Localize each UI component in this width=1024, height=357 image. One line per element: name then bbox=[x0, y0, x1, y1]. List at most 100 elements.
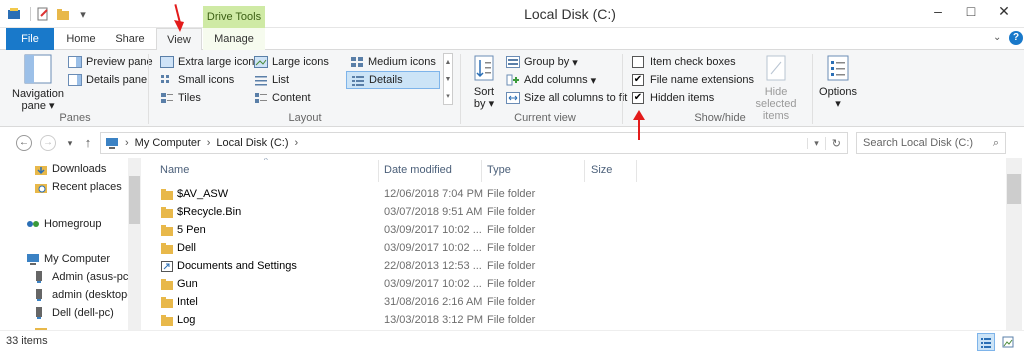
folder-icon bbox=[161, 225, 173, 236]
group-by-label: Group by bbox=[524, 56, 570, 68]
file-name: Dell bbox=[177, 242, 196, 254]
file-type: File folder bbox=[487, 242, 536, 254]
address-bar[interactable]: › My Computer › Local Disk (C:) › ▾ ↻ bbox=[100, 132, 848, 154]
recent-locations-icon[interactable]: ▾ bbox=[62, 135, 78, 151]
file-list-scroll-thumb[interactable] bbox=[1007, 174, 1021, 204]
search-icon[interactable]: ⌕ bbox=[993, 137, 999, 150]
nav-pane-scroll-thumb[interactable] bbox=[129, 176, 140, 224]
tab-manage[interactable]: Manage bbox=[203, 28, 265, 50]
file-date: 12/06/2018 7:04 PM bbox=[384, 188, 484, 200]
large-icons-view-toggle-icon[interactable] bbox=[999, 333, 1017, 351]
preview-pane-icon bbox=[68, 56, 82, 68]
tab-home[interactable]: Home bbox=[58, 28, 104, 50]
nav-item-recent-places[interactable]: Recent places bbox=[34, 178, 122, 196]
layout-gallery-scroll[interactable]: ▲ ▼ ▾ bbox=[443, 53, 453, 105]
tab-file[interactable]: File bbox=[6, 28, 54, 50]
nav-item-label: Homegroup bbox=[44, 218, 102, 230]
nav-item-admin-asus-pc[interactable]: Admin (asus-pc) bbox=[34, 268, 132, 286]
navigation-pane: Downloads Recent places Homegroup My Com… bbox=[0, 158, 142, 330]
medium-icons-icon bbox=[351, 57, 363, 67]
network-pc-icon bbox=[36, 289, 42, 301]
details-view-toggle-icon[interactable] bbox=[977, 333, 995, 351]
column-header-type[interactable]: Type bbox=[487, 164, 511, 176]
help-icon[interactable]: ? bbox=[1009, 31, 1023, 45]
file-name-extensions-checkbox[interactable]: ✔ bbox=[632, 74, 644, 86]
layout-content[interactable]: Content bbox=[254, 90, 311, 106]
layout-option-label: Small icons bbox=[178, 74, 235, 86]
size-all-columns-button[interactable]: Size all columns to fit bbox=[506, 90, 627, 106]
file-type: File folder bbox=[487, 260, 536, 272]
maximize-button[interactable]: □ bbox=[955, 0, 987, 22]
homegroup-icon bbox=[27, 221, 39, 227]
layout-option-label: List bbox=[272, 74, 290, 86]
layout-extra-large-icons[interactable]: Extra large icons bbox=[160, 54, 260, 70]
nav-item-my-computer[interactable]: My Computer bbox=[26, 250, 110, 268]
search-input[interactable]: Search Local Disk (C:) ⌕ bbox=[856, 132, 1006, 154]
ribbon-collapse-icon[interactable]: ⌄ bbox=[993, 32, 1005, 44]
forward-arrow-icon[interactable]: → bbox=[40, 135, 56, 151]
tab-share[interactable]: Share bbox=[108, 28, 152, 50]
nav-item-label: Admin (asus-pc) bbox=[52, 271, 133, 283]
content-view-icon bbox=[255, 93, 267, 103]
nav-item-dell-pc[interactable]: Dell (dell-pc) bbox=[34, 304, 114, 322]
layout-small-icons[interactable]: Small icons bbox=[160, 72, 234, 88]
hidden-items-toggle[interactable]: ✔ Hidden items bbox=[632, 90, 714, 106]
downloads-folder-icon bbox=[35, 166, 47, 175]
hidden-items-checkbox[interactable]: ✔ bbox=[632, 92, 644, 104]
navigation-pane-icon bbox=[24, 54, 52, 84]
layout-list[interactable]: List bbox=[254, 72, 289, 88]
table-row[interactable]: Intel 31/08/2016 2:16 AM File folder bbox=[150, 294, 1005, 312]
file-name: Gun bbox=[177, 278, 198, 290]
breadcrumb-item-local-disk[interactable]: Local Disk (C:) bbox=[216, 137, 288, 149]
breadcrumb-separator-icon[interactable]: › bbox=[295, 137, 299, 149]
close-button[interactable]: ✕ bbox=[988, 0, 1020, 22]
table-row[interactable]: Log 13/03/2018 3:12 PM File folder bbox=[150, 312, 1005, 330]
item-check-boxes-toggle[interactable]: Item check boxes bbox=[632, 54, 736, 70]
preview-pane-button[interactable]: Preview pane bbox=[68, 54, 153, 70]
file-name-extensions-toggle[interactable]: ✔ File name extensions bbox=[632, 72, 754, 88]
table-row[interactable]: Dell 03/09/2017 10:02 ... File folder bbox=[150, 240, 1005, 258]
nav-item-homegroup[interactable]: Homegroup bbox=[26, 215, 101, 233]
table-row[interactable]: 5 Pen 03/09/2017 10:02 ... File folder bbox=[150, 222, 1005, 240]
new-folder-icon[interactable] bbox=[55, 6, 71, 22]
folder-icon bbox=[161, 279, 173, 290]
column-header-name[interactable]: Name bbox=[160, 164, 189, 176]
item-check-boxes-checkbox[interactable] bbox=[632, 56, 644, 68]
column-header-size[interactable]: Size bbox=[591, 164, 612, 176]
column-header-date-modified[interactable]: Date modified bbox=[384, 164, 452, 176]
layout-medium-icons[interactable]: Medium icons bbox=[350, 54, 436, 70]
recent-places-icon bbox=[35, 184, 47, 193]
table-row[interactable]: Documents and Settings 22/08/2013 12:53 … bbox=[150, 258, 1005, 276]
details-pane-button[interactable]: Details pane bbox=[68, 72, 147, 88]
breadcrumb-separator-icon[interactable]: › bbox=[207, 137, 211, 149]
layout-details-selected[interactable]: Details bbox=[346, 71, 440, 89]
breadcrumb-separator-icon[interactable]: › bbox=[125, 137, 129, 149]
nav-item-downloads[interactable]: Downloads bbox=[34, 160, 106, 178]
navigation-pane-label: Navigation pane bbox=[12, 88, 64, 112]
file-name-extensions-label: File name extensions bbox=[650, 74, 754, 86]
navigation-pane-button[interactable]: Navigation pane ▾ bbox=[10, 54, 66, 112]
layout-large-icons[interactable]: Large icons bbox=[254, 54, 329, 70]
nav-item-partial[interactable] bbox=[34, 322, 52, 330]
minimize-button[interactable]: – bbox=[922, 0, 954, 22]
group-by-button[interactable]: Group by ▾ bbox=[506, 54, 578, 70]
table-row[interactable]: $AV_ASW 12/06/2018 7:04 PM File folder bbox=[150, 186, 1005, 204]
back-arrow-icon[interactable]: ← bbox=[16, 135, 32, 151]
address-dropdown-icon[interactable]: ▾ bbox=[807, 137, 825, 149]
options-button[interactable]: Options ▾ bbox=[818, 54, 858, 110]
nav-item-admin-desktop[interactable]: admin (desktop- bbox=[34, 286, 131, 304]
breadcrumb-item-my-computer[interactable]: My Computer bbox=[135, 137, 201, 149]
layout-option-label: Large icons bbox=[272, 56, 329, 68]
add-columns-button[interactable]: Add columns ▾ bbox=[506, 72, 596, 88]
file-date: 03/09/2017 10:02 ... bbox=[384, 278, 482, 290]
layout-option-label: Tiles bbox=[178, 92, 201, 104]
properties-icon[interactable] bbox=[35, 6, 51, 22]
refresh-icon[interactable]: ↻ bbox=[824, 136, 847, 150]
explorer-icon[interactable] bbox=[6, 6, 22, 22]
qa-dropdown-icon[interactable]: ▾ bbox=[75, 6, 91, 22]
layout-tiles[interactable]: Tiles bbox=[160, 90, 201, 106]
up-arrow-icon[interactable]: ↑ bbox=[80, 135, 96, 151]
table-row[interactable]: $Recycle.Bin 03/07/2018 9:51 AM File fol… bbox=[150, 204, 1005, 222]
table-row[interactable]: Gun 03/09/2017 10:02 ... File folder bbox=[150, 276, 1005, 294]
sort-by-button[interactable]: Sort by ▾ bbox=[468, 54, 500, 110]
